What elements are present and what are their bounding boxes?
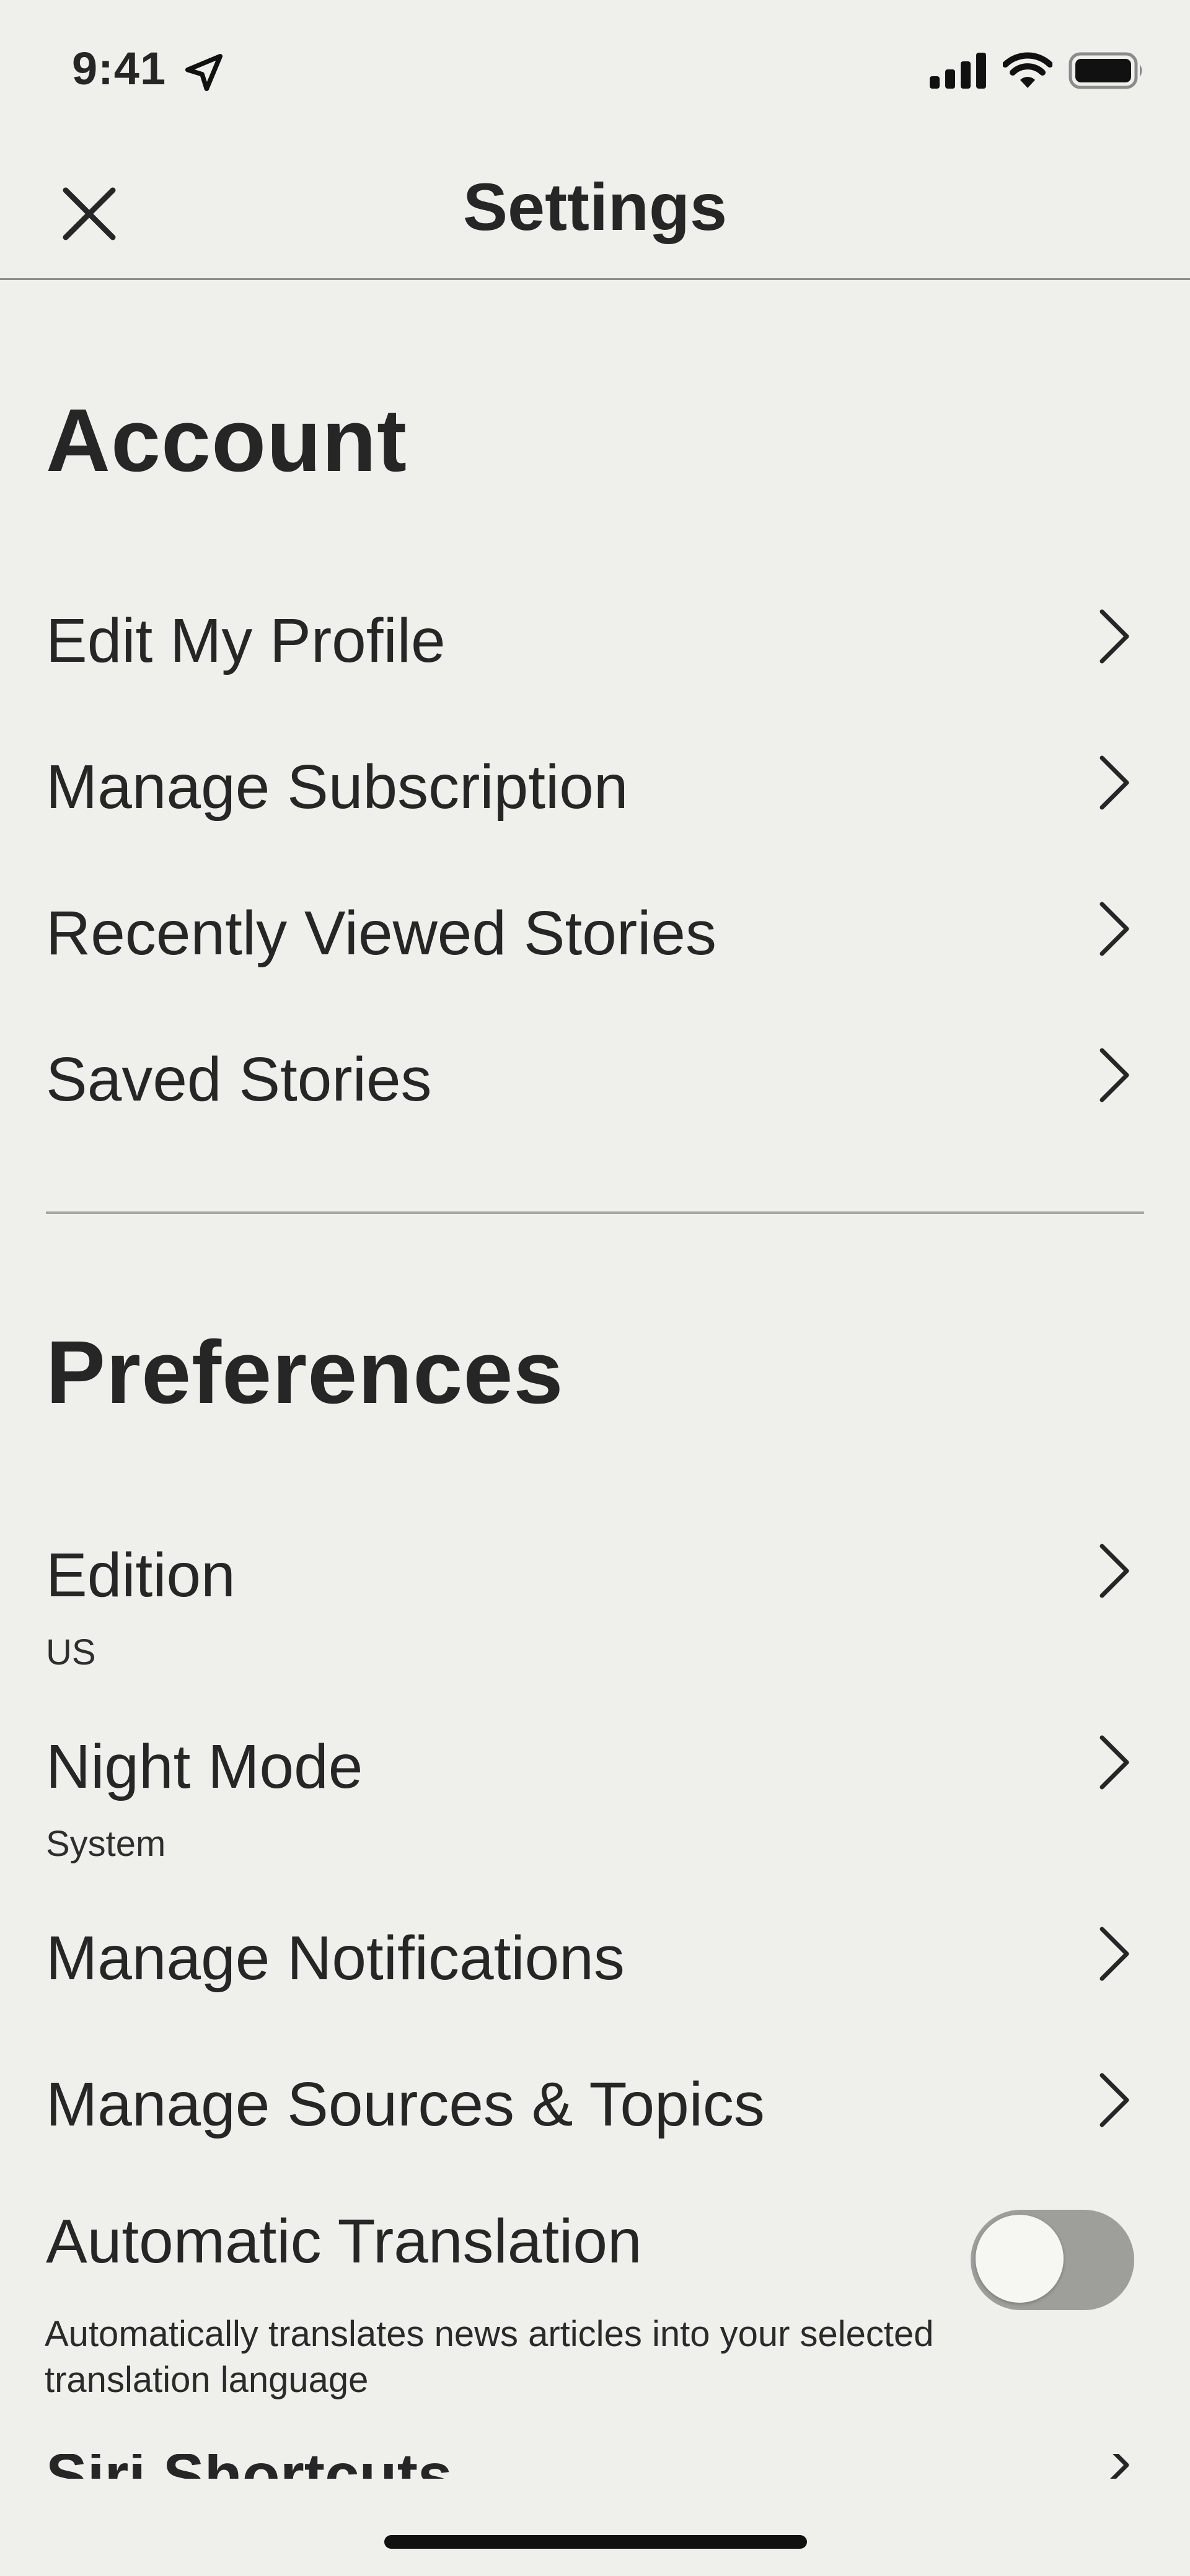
row-label: Saved Stories bbox=[46, 1045, 432, 1114]
manage-subscription-row[interactable]: Manage Subscription bbox=[0, 726, 1190, 850]
nav-bar: Settings bbox=[0, 139, 1190, 279]
saved-stories-row[interactable]: Saved Stories bbox=[0, 1018, 1190, 1142]
recently-viewed-stories-row[interactable]: Recently Viewed Stories bbox=[0, 872, 1190, 996]
account-section-title: Account bbox=[46, 390, 407, 490]
row-label: Siri Shortcuts bbox=[46, 2454, 452, 2479]
manage-sources-topics-row[interactable]: Manage Sources & Topics bbox=[0, 2043, 1190, 2167]
row-label: Recently Viewed Stories bbox=[46, 899, 717, 968]
row-label: Edition bbox=[46, 1541, 236, 1610]
night-mode-row[interactable]: Night Mode System bbox=[0, 1705, 1190, 1891]
chevron-right-icon bbox=[1100, 2073, 1129, 2127]
battery-icon bbox=[1069, 52, 1142, 89]
chevron-right-icon bbox=[1110, 2454, 1129, 2479]
row-value: US bbox=[46, 1632, 96, 1673]
automatic-translation-row: Automatic Translation Automatically tran… bbox=[0, 2206, 1190, 2404]
row-value: System bbox=[46, 1824, 166, 1864]
row-label: Edit My Profile bbox=[46, 606, 446, 675]
page-title: Settings bbox=[462, 169, 728, 244]
chevron-right-icon bbox=[1100, 1048, 1129, 1102]
location-arrow-icon bbox=[185, 53, 223, 92]
automatic-translation-description: Automatically translates news articles i… bbox=[45, 2314, 934, 2400]
automatic-translation-toggle[interactable] bbox=[971, 2210, 1134, 2310]
chevron-right-icon bbox=[1100, 609, 1129, 664]
siri-shortcuts-row[interactable]: Siri Shortcuts bbox=[0, 2454, 1190, 2479]
automatic-translation-label: Automatic Translation bbox=[46, 2207, 642, 2276]
section-divider bbox=[46, 1211, 1144, 1214]
status-bar: 9:41 bbox=[0, 0, 1190, 139]
edit-my-profile-row[interactable]: Edit My Profile bbox=[0, 579, 1190, 703]
row-label: Manage Sources & Topics bbox=[46, 2070, 765, 2139]
chevron-right-icon bbox=[1100, 1927, 1129, 1981]
status-time: 9:41 bbox=[72, 43, 167, 94]
chevron-right-icon bbox=[1100, 1735, 1129, 1790]
cellular-signal-icon bbox=[930, 53, 986, 89]
edition-row[interactable]: Edition US bbox=[0, 1514, 1190, 1700]
chevron-right-icon bbox=[1100, 902, 1129, 956]
status-icons bbox=[930, 52, 1145, 89]
manage-notifications-row[interactable]: Manage Notifications bbox=[0, 1897, 1190, 2021]
row-label: Manage Notifications bbox=[46, 1923, 625, 1993]
preferences-section-title: Preferences bbox=[46, 1322, 564, 1422]
row-label: Manage Subscription bbox=[46, 752, 628, 822]
chevron-right-icon bbox=[1100, 1544, 1129, 1598]
chevron-right-icon bbox=[1100, 755, 1129, 810]
row-label: Night Mode bbox=[46, 1732, 363, 1801]
toggle-knob bbox=[976, 2215, 1064, 2303]
nav-divider bbox=[0, 278, 1190, 280]
home-indicator[interactable] bbox=[384, 2535, 807, 2549]
wifi-icon bbox=[1003, 52, 1052, 88]
